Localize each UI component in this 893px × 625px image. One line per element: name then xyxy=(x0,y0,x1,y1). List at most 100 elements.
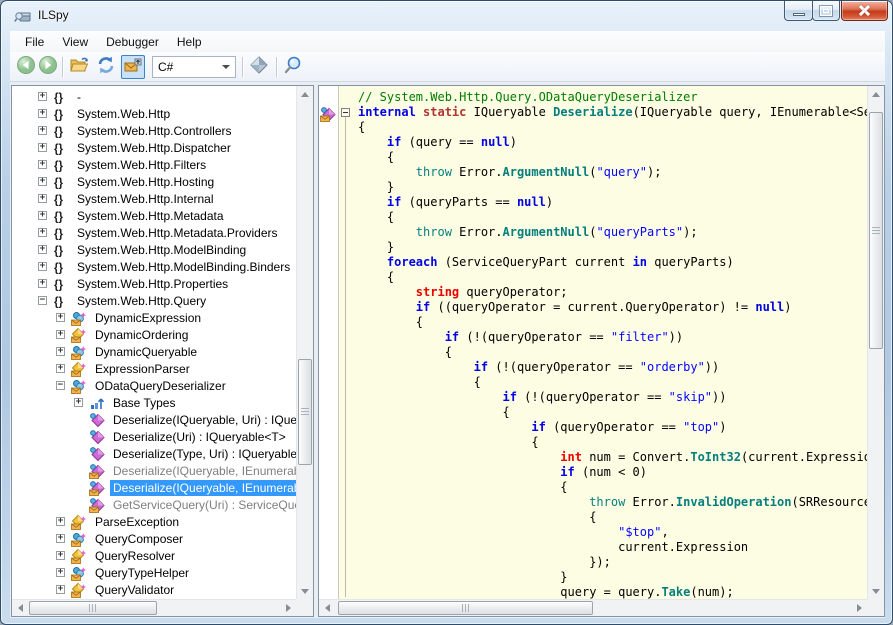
code-horizontal-scrollbar[interactable] xyxy=(319,599,867,616)
tree-item[interactable]: +{}- xyxy=(12,88,296,105)
menu-item-help[interactable]: Help xyxy=(168,32,211,52)
tree-item[interactable]: +QueryComposer xyxy=(12,530,296,547)
tree-item[interactable]: +Deserialize(IQueryable, IEnumerable xyxy=(12,462,296,479)
open-assembly-button[interactable] xyxy=(67,55,91,79)
expander-icon[interactable]: + xyxy=(38,194,47,203)
refresh-button[interactable] xyxy=(94,55,118,79)
tree-item[interactable]: +DynamicOrdering xyxy=(12,326,296,343)
expander-icon[interactable]: + xyxy=(56,517,65,526)
menu-item-view[interactable]: View xyxy=(53,32,97,52)
tree-item[interactable]: +ExpressionParser xyxy=(12,360,296,377)
tree-item[interactable]: +Deserialize(IQueryable, IEnumerable xyxy=(12,479,296,496)
tree-item[interactable]: +Deserialize(Type, Uri) : IQueryable xyxy=(12,445,296,462)
code-line: if (!(queryOperator == "filter")) xyxy=(358,330,867,345)
expander-icon[interactable]: + xyxy=(38,211,47,220)
search-button[interactable] xyxy=(281,55,305,79)
expander-icon[interactable]: + xyxy=(38,228,47,237)
tree-item[interactable]: +{}System.Web.Http.Metadata xyxy=(12,207,296,224)
tree-item[interactable]: +{}System.Web.Http.Dispatcher xyxy=(12,139,296,156)
tree-item[interactable]: +{}System.Web.Http.Internal xyxy=(12,190,296,207)
tree-item[interactable]: +{}System.Web.Http.Filters xyxy=(12,156,296,173)
tree-item[interactable]: +{}System.Web.Http.ModelBinding.Binders xyxy=(12,258,296,275)
maximize-button[interactable] xyxy=(812,1,840,21)
fold-collapse-icon[interactable] xyxy=(341,108,350,117)
menu-item-file[interactable]: File xyxy=(16,32,53,52)
expander-icon[interactable]: + xyxy=(38,177,47,186)
code-vertical-scrollbar[interactable] xyxy=(867,86,884,599)
tree-item[interactable]: −ODataQueryDeserializer xyxy=(12,377,296,394)
scroll-right-button[interactable] xyxy=(851,600,867,616)
expander-icon[interactable]: + xyxy=(38,279,47,288)
expander-icon[interactable]: + xyxy=(74,398,83,407)
navigate-forward-button[interactable] xyxy=(36,55,60,79)
expander-icon[interactable]: + xyxy=(56,551,65,560)
language-combobox[interactable]: C# xyxy=(152,56,236,78)
scroll-left-button[interactable] xyxy=(12,600,28,616)
tree-item[interactable]: +{}System.Web.Http.Metadata.Providers xyxy=(12,224,296,241)
namespace-icon: {} xyxy=(53,293,69,309)
tree-item[interactable]: +{}System.Web.Http.ModelBinding xyxy=(12,241,296,258)
scroll-right-button[interactable] xyxy=(280,600,296,616)
close-button[interactable] xyxy=(841,1,888,21)
expander-icon[interactable]: + xyxy=(38,262,47,271)
tree-item[interactable]: +{}System.Web.Http.Hosting xyxy=(12,173,296,190)
svg-text:{}: {} xyxy=(54,126,63,138)
scroll-up-button[interactable] xyxy=(868,86,884,102)
svg-text:{}: {} xyxy=(54,92,63,104)
expander-icon[interactable]: + xyxy=(38,160,47,169)
arrow-down-icon xyxy=(872,589,880,594)
namespace-icon: {} xyxy=(53,259,69,275)
tree-item[interactable]: +Base Types xyxy=(12,394,296,411)
tree-item[interactable]: +Deserialize(Uri) : IQueryable<T> xyxy=(12,428,296,445)
expander-icon[interactable]: + xyxy=(56,313,65,322)
expander-icon[interactable]: + xyxy=(56,568,65,577)
title-bar[interactable]: ILSpy xyxy=(1,1,892,31)
tree-item[interactable]: +DynamicExpression xyxy=(12,309,296,326)
show-internal-api-button[interactable] xyxy=(121,55,145,79)
tree-item[interactable]: +{}System.Web.Http xyxy=(12,105,296,122)
expander-icon[interactable]: − xyxy=(38,296,47,305)
tree-vscroll-thumb[interactable] xyxy=(298,359,312,465)
expander-icon[interactable]: + xyxy=(56,347,65,356)
tree-item[interactable]: +Deserialize(IQueryable, Uri) : IQuery xyxy=(12,411,296,428)
expander-icon[interactable]: + xyxy=(56,585,65,594)
expander-icon[interactable]: + xyxy=(38,245,47,254)
tree-horizontal-scrollbar[interactable] xyxy=(12,599,296,616)
tree-item-label: Deserialize(IQueryable, IEnumerable xyxy=(110,463,296,479)
expander-icon[interactable]: + xyxy=(38,109,47,118)
tree-item[interactable]: +DynamicQueryable xyxy=(12,343,296,360)
tree-hscroll-thumb[interactable] xyxy=(29,601,157,615)
expander-icon[interactable]: + xyxy=(38,126,47,135)
tree-item-label: System.Web.Http.Metadata.Providers xyxy=(74,225,296,241)
back-icon xyxy=(16,55,36,80)
scroll-left-button[interactable] xyxy=(319,600,335,616)
expander-icon[interactable]: + xyxy=(56,330,65,339)
menu-item-debugger[interactable]: Debugger xyxy=(97,32,168,52)
code-hscroll-thumb[interactable] xyxy=(338,601,593,615)
minimize-button[interactable] xyxy=(784,1,813,21)
tree-item-label: System.Web.Http.Dispatcher xyxy=(74,140,296,156)
expander-icon[interactable]: + xyxy=(56,364,65,373)
expander-icon[interactable]: + xyxy=(38,143,47,152)
tree-item[interactable]: +QueryResolver xyxy=(12,547,296,564)
tree-item[interactable]: +QueryValidator xyxy=(12,581,296,598)
expander-icon[interactable]: + xyxy=(38,92,47,101)
scroll-down-button[interactable] xyxy=(297,583,313,599)
tree-item[interactable]: +{}System.Web.Http.Properties xyxy=(12,275,296,292)
code-vscroll-thumb[interactable] xyxy=(869,112,883,349)
tree-item[interactable]: + {} System.Web.Http.Controllers xyxy=(12,122,296,139)
scroll-up-button[interactable] xyxy=(297,86,313,102)
tree-item[interactable]: +GetServiceQuery(Uri) : ServiceQuery xyxy=(12,496,296,513)
navigate-back-button[interactable] xyxy=(14,55,38,79)
namespace-icon: {} xyxy=(53,89,69,105)
tree-item-label: System.Web.Http.Controllers xyxy=(74,123,296,139)
expander-icon[interactable]: − xyxy=(56,381,65,390)
expander-icon[interactable]: + xyxy=(56,534,65,543)
scroll-down-button[interactable] xyxy=(868,583,884,599)
code-view[interactable]: // System.Web.Http.Query.ODataQueryDeser… xyxy=(338,86,867,599)
tree-item[interactable]: +ParseException xyxy=(12,513,296,530)
tree-item[interactable]: +QueryTypeHelper xyxy=(12,564,296,581)
tree-vertical-scrollbar[interactable] xyxy=(296,86,313,599)
assembly-diamond-button[interactable] xyxy=(247,55,271,79)
tree-item[interactable]: −{}System.Web.Http.Query xyxy=(12,292,296,309)
